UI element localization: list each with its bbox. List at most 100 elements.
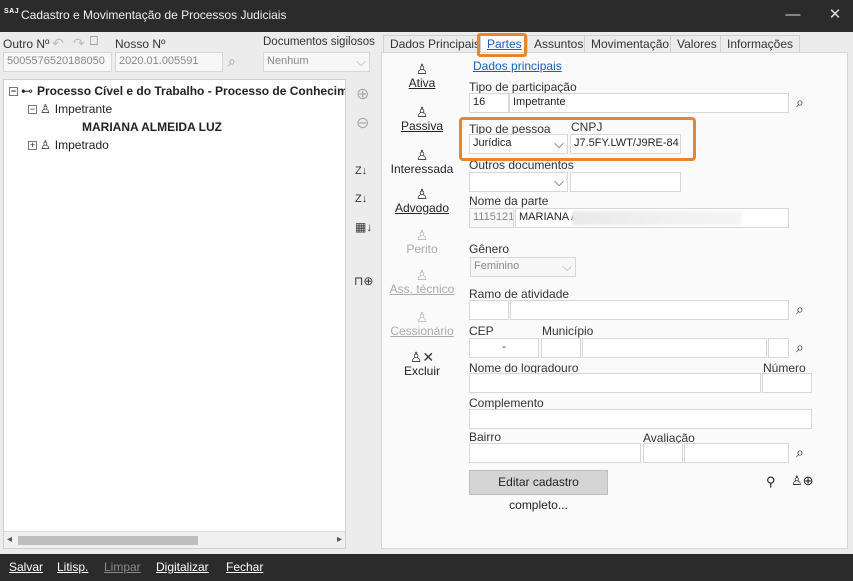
outro-numero-field[interactable]: 5005576520188050 bbox=[3, 52, 112, 72]
passiva-button[interactable]: ♙ Passiva bbox=[382, 105, 462, 133]
complemento-label: Complemento bbox=[469, 396, 544, 410]
chevron-down-icon: ⌵ bbox=[554, 174, 564, 189]
scroll-right-icon[interactable]: ▸ bbox=[337, 534, 342, 545]
tree-root[interactable]: − ⊷ Processo Cível e do Trabalho - Process… bbox=[9, 84, 346, 98]
fechar-button[interactable]: Fechar bbox=[226, 560, 263, 574]
interessada-button[interactable]: ♙ Interessada bbox=[382, 148, 462, 176]
person-icon: ♙ bbox=[415, 309, 429, 325]
avaliacao-code-field[interactable] bbox=[643, 443, 683, 463]
sigilosos-value: Nenhum bbox=[267, 55, 309, 67]
tipo-participacao-code-field[interactable]: 16 bbox=[469, 93, 509, 113]
cep-label: CEP bbox=[469, 324, 494, 338]
outros-documentos-select[interactable]: ⌵ bbox=[469, 172, 568, 192]
tab-informacoes[interactable]: Informações bbox=[720, 35, 801, 53]
municipio-label: Município bbox=[542, 324, 594, 338]
ativa-button[interactable]: ♙ Ativa bbox=[382, 62, 462, 90]
municipio-code-field[interactable] bbox=[541, 338, 581, 358]
cep-field[interactable]: - bbox=[469, 338, 539, 358]
nome-parte-value: MARIANA A bbox=[519, 211, 579, 223]
outro-label: Outro Nº bbox=[3, 37, 50, 51]
bairro-field[interactable] bbox=[469, 443, 641, 463]
tab-movimentacao[interactable]: Movimentação bbox=[584, 35, 677, 53]
redaction-blur bbox=[572, 211, 742, 225]
remove-circle-icon[interactable]: ⊖ bbox=[356, 113, 369, 133]
genero-value: Feminino bbox=[474, 260, 520, 272]
horizontal-scrollbar[interactable]: ◂ ▸ bbox=[4, 531, 345, 548]
add-person-icon[interactable]: ♙⊕ bbox=[791, 473, 814, 489]
redo-icon[interactable]: ↷ bbox=[73, 35, 85, 52]
close-button[interactable]: ✕ bbox=[820, 2, 850, 28]
tab-highlight bbox=[477, 33, 527, 57]
tipo-participacao-field[interactable]: Impetrante bbox=[509, 93, 789, 113]
cessionario-button[interactable]: ♙ Cessionário bbox=[382, 310, 462, 338]
litisp-button[interactable]: Litisp. bbox=[57, 560, 88, 574]
bairro-label: Bairro bbox=[469, 430, 502, 444]
interessada-label: Interessada bbox=[390, 162, 454, 176]
passiva-label: Passiva bbox=[400, 119, 444, 133]
search-person-icon[interactable]: ⚲ bbox=[766, 474, 776, 490]
search-icon[interactable]: ⌕ bbox=[796, 94, 804, 111]
collapse-icon[interactable]: − bbox=[28, 105, 37, 115]
dados-principais-link[interactable]: Dados principais bbox=[473, 59, 562, 73]
tab-dados-principais[interactable]: Dados Principais bbox=[383, 35, 488, 53]
delete-person-icon: ♙✕ bbox=[409, 349, 435, 365]
cessionario-label: Cessionário bbox=[390, 324, 454, 338]
complemento-field[interactable] bbox=[469, 409, 812, 429]
advogado-label: Advogado bbox=[394, 201, 450, 215]
uf-field[interactable] bbox=[768, 338, 789, 358]
sigilosos-select[interactable]: Nenhum ⌵ bbox=[263, 52, 370, 72]
ass-tecnico-label: Ass. técnico bbox=[389, 282, 455, 296]
minimize-button[interactable]: — bbox=[778, 2, 808, 28]
salvar-button[interactable]: Salvar bbox=[9, 560, 43, 574]
tab-assuntos[interactable]: Assuntos bbox=[527, 35, 591, 53]
tree-party-item[interactable]: MARIANA ALMEIDA LUZ bbox=[82, 120, 222, 134]
outros-documentos-field[interactable] bbox=[570, 172, 681, 192]
ramo-code-field[interactable] bbox=[469, 300, 509, 320]
tree-impetrado[interactable]: + ♙ Impetrado bbox=[28, 138, 109, 152]
excluir-label: Excluir bbox=[403, 364, 440, 378]
ativa-label: Ativa bbox=[408, 76, 436, 90]
genero-select[interactable]: Feminino ⌵ bbox=[470, 257, 576, 277]
search-icon[interactable]: ⌕ bbox=[796, 339, 804, 356]
tree-root-label: Processo Cível e do Trabalho - Processo … bbox=[37, 84, 346, 98]
bookmark-icon[interactable]: ⎕ bbox=[90, 33, 98, 49]
perito-button[interactable]: ♙ Perito bbox=[382, 228, 462, 256]
ass-tecnico-button[interactable]: ♙ Ass. técnico bbox=[382, 268, 462, 296]
editar-cadastro-button[interactable]: Editar cadastro completo... bbox=[469, 470, 608, 512]
sort-az-icon[interactable]: Z↓ bbox=[355, 165, 367, 177]
search-icon[interactable]: ⌕ bbox=[796, 444, 804, 461]
search-icon[interactable]: ⌕ bbox=[228, 53, 236, 70]
app-logo: SAJ bbox=[4, 8, 20, 15]
calendar-sort-icon[interactable]: ▦↓ bbox=[355, 220, 372, 234]
nosso-label: Nosso Nº bbox=[115, 37, 166, 51]
tree-impetrante[interactable]: − ♙ Impetrante bbox=[28, 102, 112, 116]
limpar-button[interactable]: Limpar bbox=[104, 560, 141, 574]
collapse-icon[interactable]: − bbox=[9, 87, 18, 97]
scroll-left-icon[interactable]: ◂ bbox=[7, 534, 12, 545]
process-tree[interactable]: − ⊷ Processo Cível e do Trabalho - Process… bbox=[3, 79, 346, 549]
excluir-button[interactable]: ♙✕ Excluir bbox=[382, 350, 462, 378]
digitalizar-button[interactable]: Digitalizar bbox=[156, 560, 209, 574]
undo-icon[interactable]: ↶ bbox=[52, 35, 64, 52]
sort-za-icon[interactable]: Z↓ bbox=[355, 193, 367, 205]
ramo-field[interactable] bbox=[510, 300, 789, 320]
sigilosos-label: Documentos sigilosos bbox=[263, 36, 375, 48]
scroll-thumb[interactable] bbox=[18, 536, 198, 545]
avaliacao-field[interactable] bbox=[684, 443, 789, 463]
numero-field[interactable] bbox=[762, 373, 812, 393]
chevron-down-icon: ⌵ bbox=[356, 54, 366, 69]
expand-icon[interactable]: + bbox=[28, 141, 37, 151]
tree-impetrado-label: Impetrado bbox=[54, 138, 109, 152]
search-icon[interactable]: ⌕ bbox=[796, 301, 804, 318]
tab-valores[interactable]: Valores bbox=[670, 35, 724, 53]
nosso-numero-field[interactable]: 2020.01.005591 bbox=[115, 52, 223, 72]
logradouro-field[interactable] bbox=[469, 373, 761, 393]
municipio-field[interactable] bbox=[582, 338, 767, 358]
add-circle-icon[interactable]: ⊕ bbox=[356, 84, 369, 104]
advogado-button[interactable]: ♙ Advogado bbox=[382, 187, 462, 215]
lock-person-icon: ♙ bbox=[415, 267, 429, 283]
title-bar: SAJ Cadastro e Movimentação de Processos… bbox=[0, 0, 853, 32]
nome-parte-code-field[interactable]: 1115121 bbox=[469, 208, 514, 228]
add-node-icon[interactable]: ⊓⊕ bbox=[354, 274, 373, 288]
tree-impetrante-label: Impetrante bbox=[54, 102, 113, 116]
